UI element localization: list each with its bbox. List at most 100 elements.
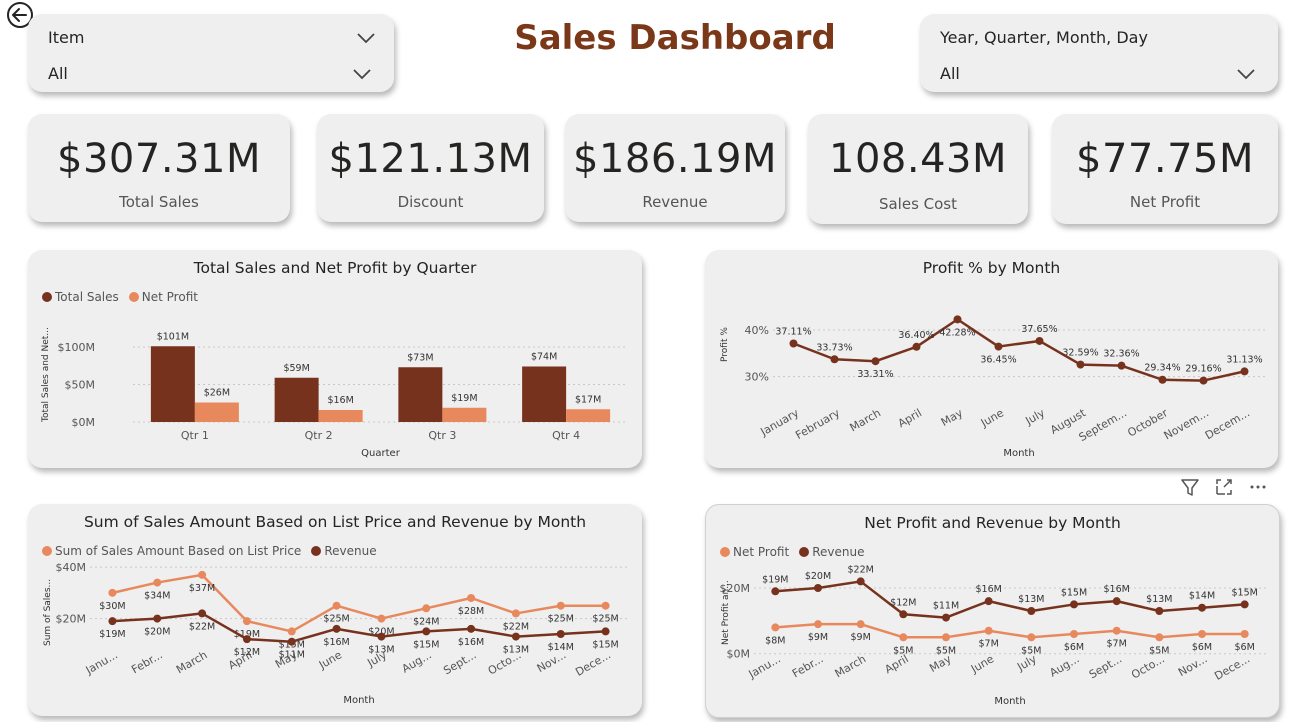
x-tick-label: Aug... xyxy=(1047,652,1081,679)
data-point xyxy=(1199,376,1208,385)
y-tick-label: $40M xyxy=(56,561,87,574)
item-slicer[interactable]: Item All xyxy=(28,14,394,92)
x-tick-label: Qtr 3 xyxy=(428,429,456,442)
data-point xyxy=(942,613,950,622)
data-point xyxy=(1240,630,1249,638)
x-tick-label: July xyxy=(1022,406,1047,428)
bar-chart[interactable]: $0M $50M $100M Total Sales and Net... Quarte… xyxy=(28,250,642,468)
kpi-label: Revenue xyxy=(642,193,708,211)
data-point xyxy=(377,632,386,641)
y-tick-label: $0M xyxy=(72,416,96,429)
data-label: $14M xyxy=(1189,591,1215,602)
chevron-down-icon[interactable] xyxy=(1236,68,1256,80)
x-tick-label: March xyxy=(174,648,210,676)
more-options-icon[interactable] xyxy=(1246,475,1270,499)
y-tick-label: $0M xyxy=(727,648,751,661)
kpi-value: $121.13M xyxy=(328,136,533,182)
chart-card-net-profit-revenue-month[interactable]: Net Profit and Revenue by Month Net Prof… xyxy=(705,504,1280,718)
data-label: 33.31% xyxy=(857,369,893,380)
data-label: $16M xyxy=(1103,584,1129,595)
data-point xyxy=(1158,375,1167,384)
data-point xyxy=(912,342,921,351)
data-label: $73M xyxy=(407,352,433,363)
data-point xyxy=(287,627,296,636)
data-point xyxy=(242,635,251,644)
data-label: $13M xyxy=(503,645,529,656)
data-label: 37.11% xyxy=(775,326,811,337)
x-tick-label: Qtr 4 xyxy=(552,429,580,442)
data-label: $13M xyxy=(368,645,394,656)
data-label: $12M xyxy=(890,597,916,608)
filter-icon[interactable] xyxy=(1178,475,1202,499)
chevron-down-icon[interactable] xyxy=(356,32,376,44)
data-label: $16M xyxy=(323,637,349,648)
date-slicer[interactable]: Year, Quarter, Month, Day All xyxy=(920,14,1278,92)
visual-header xyxy=(1178,474,1278,500)
y-axis-title: Total Sales and Net... xyxy=(41,327,51,423)
data-point xyxy=(287,637,296,646)
data-label: $6M xyxy=(1235,642,1255,653)
x-tick-label: Dece... xyxy=(1212,652,1252,683)
data-point xyxy=(942,633,950,642)
data-label: $11M xyxy=(279,650,305,661)
x-tick-label: Febr... xyxy=(790,652,825,680)
item-slicer-label: Item xyxy=(48,28,85,47)
focus-mode-icon[interactable] xyxy=(1212,475,1236,499)
x-tick-label: Janu... xyxy=(746,652,783,681)
data-label: $13M xyxy=(1018,594,1044,605)
chart-card-profit-pct-month[interactable]: Profit % by Month 30% 40% Profit % Month Jan… xyxy=(705,250,1278,468)
data-point xyxy=(771,587,780,596)
kpi-label: Discount xyxy=(397,193,464,211)
y-tick-label: 30% xyxy=(745,371,769,384)
data-label: $20M xyxy=(144,627,170,638)
chart-card-sales-profit-quarter[interactable]: Total Sales and Net Profit by Quarter To… xyxy=(28,250,642,468)
data-point xyxy=(1070,630,1078,638)
data-point xyxy=(108,617,117,626)
series-line xyxy=(775,580,1245,619)
item-slicer-value[interactable]: All xyxy=(48,64,68,83)
data-label: $5M xyxy=(893,645,913,656)
x-tick-label: Qtr 1 xyxy=(181,429,209,442)
chart-card-list-price-revenue-month[interactable]: Sum of Sales Amount Based on List Price … xyxy=(28,504,642,716)
data-label: $25M xyxy=(548,614,574,625)
kpi-card-revenue: $186.19M Revenue xyxy=(565,114,785,222)
data-point xyxy=(994,342,1003,351)
data-point xyxy=(899,633,908,642)
kpi-label: Total Sales xyxy=(119,193,199,211)
data-point xyxy=(556,601,565,610)
data-point xyxy=(467,594,476,602)
data-point xyxy=(871,357,880,366)
data-label: $101M xyxy=(157,331,189,342)
line-chart[interactable]: $20M $40MSum of Sales... Month Janu... Febr.… xyxy=(28,504,642,716)
line-chart[interactable]: $0M $20M Net Profit an... Month Janu... Febr.… xyxy=(706,505,1279,717)
x-tick-label: Sept... xyxy=(441,648,478,677)
data-point xyxy=(1027,633,1036,642)
data-point xyxy=(601,627,610,636)
line-chart[interactable]: 30%40%Profit %MonthJanuaryFebruary March A… xyxy=(705,250,1278,468)
data-point xyxy=(1027,607,1036,615)
x-axis-title: Month xyxy=(343,695,374,706)
data-point xyxy=(511,609,520,618)
kpi-value: 108.43M xyxy=(829,136,1007,182)
data-label: $15M xyxy=(413,639,439,650)
chevron-down-icon[interactable] xyxy=(352,68,372,80)
kpi-card-total-sales: $307.31M Total Sales xyxy=(28,114,290,222)
page-title: Sales Dashboard xyxy=(514,18,836,58)
data-point xyxy=(1155,607,1164,615)
data-point xyxy=(1240,367,1249,376)
data-point xyxy=(1035,336,1044,345)
date-slicer-value[interactable]: All xyxy=(940,64,960,83)
y-tick-label: $20M xyxy=(56,613,87,626)
x-tick-label: April xyxy=(896,406,924,430)
data-label: $15M xyxy=(1061,587,1087,598)
data-label: $6M xyxy=(1064,642,1084,653)
data-label: 33.73% xyxy=(816,342,852,353)
data-label: $22M xyxy=(189,621,215,632)
x-tick-label: March xyxy=(833,652,869,680)
data-label: $22M xyxy=(503,621,529,632)
y-tick-label: 40% xyxy=(745,324,769,337)
bar xyxy=(442,407,487,422)
data-label: $22M xyxy=(847,564,873,575)
data-label: $17M xyxy=(575,394,601,405)
bar xyxy=(318,410,363,422)
